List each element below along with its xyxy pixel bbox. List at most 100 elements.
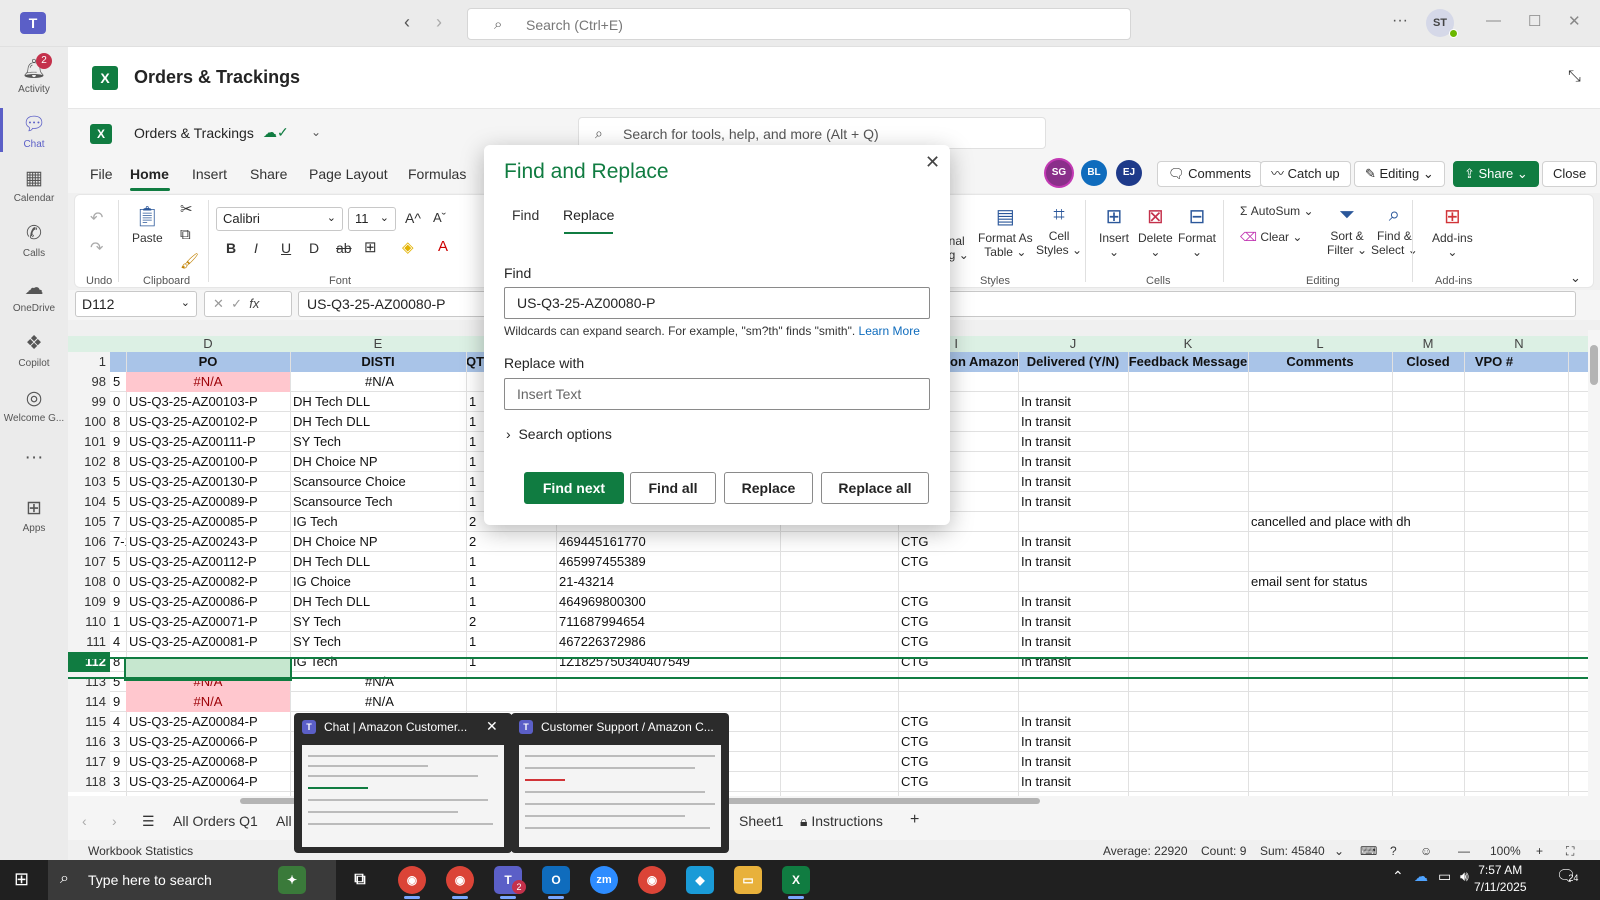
cell-comment[interactable] bbox=[1248, 412, 1448, 432]
row-number[interactable]: 110 bbox=[68, 612, 110, 632]
row-number[interactable]: 115 bbox=[68, 712, 110, 732]
cell-delivered[interactable]: In transit bbox=[1018, 432, 1128, 452]
cell-disti[interactable]: IG Choice bbox=[290, 572, 466, 592]
cell-po[interactable]: US-Q3-25-AZ00103-P bbox=[126, 392, 290, 412]
cell-delivered[interactable]: In transit bbox=[1018, 532, 1128, 552]
prev-sheet-icon[interactable]: ‹ bbox=[82, 813, 87, 829]
add-sheet-icon[interactable]: + bbox=[910, 811, 919, 829]
strikethrough-icon[interactable]: ab bbox=[336, 240, 352, 256]
cell-carrier[interactable]: CTG bbox=[898, 552, 1018, 572]
font-name-select[interactable]: Calibri ⌄ bbox=[216, 207, 343, 231]
cell-disti[interactable]: DH Tech DLL bbox=[290, 552, 466, 572]
rail-item-calendar[interactable]: ▦ Calendar bbox=[0, 167, 68, 204]
insert-cells-button[interactable]: ⊞ Insert ⌄ bbox=[1099, 204, 1129, 259]
volume-icon[interactable]: 🔊︎ bbox=[1460, 868, 1469, 885]
windows-start-icon[interactable]: ⊞ bbox=[14, 869, 29, 890]
cell-po[interactable]: US-Q3-25-AZ00100-P bbox=[126, 452, 290, 472]
header-cell-closed[interactable]: Closed bbox=[1392, 352, 1464, 372]
cell-comment[interactable] bbox=[1248, 372, 1448, 392]
cell-tracking[interactable]: 464969800300 bbox=[556, 592, 776, 612]
italic-icon[interactable]: I bbox=[254, 240, 258, 256]
cell-carrier[interactable]: CTG bbox=[898, 612, 1018, 632]
taskbar-clock[interactable]: 7:57 AM 7/11/2025 bbox=[1474, 862, 1527, 896]
select-all-corner[interactable] bbox=[68, 336, 110, 352]
copy-icon[interactable]: ⧉ bbox=[180, 226, 191, 243]
cell-carrier[interactable]: CTG bbox=[898, 712, 1018, 732]
dialog-tab-replace[interactable]: Replace bbox=[563, 207, 614, 223]
tab-formulas[interactable]: Formulas bbox=[408, 166, 466, 182]
vertical-scrollbar[interactable] bbox=[1588, 330, 1600, 796]
cell-comment[interactable] bbox=[1248, 752, 1448, 772]
column-header-n[interactable]: N bbox=[1464, 336, 1574, 352]
collapse-icon[interactable]: ⤡ bbox=[1568, 68, 1581, 86]
outlook-icon[interactable]: O bbox=[542, 866, 570, 894]
collaborator-avatar[interactable]: SG bbox=[1046, 160, 1072, 186]
cell-disti[interactable]: DH Tech DLL bbox=[290, 412, 466, 432]
ribbon-expand-chevron-icon[interactable]: ⌄ bbox=[1570, 270, 1581, 286]
row-number[interactable]: 107 bbox=[68, 552, 110, 572]
cell-c[interactable]: 5 bbox=[110, 492, 126, 512]
cell-po[interactable]: US-Q3-25-AZ00071-P bbox=[126, 612, 290, 632]
search-options-toggle[interactable]: › Search options bbox=[506, 426, 612, 442]
clear-button[interactable]: ⌫ Clear ⌄ bbox=[1240, 230, 1302, 244]
cell-delivered[interactable]: In transit bbox=[1018, 732, 1128, 752]
row-number[interactable]: 105 bbox=[68, 512, 110, 532]
cell-comment[interactable] bbox=[1248, 492, 1448, 512]
chrome-icon[interactable]: ◉ bbox=[638, 866, 666, 894]
app-diamond-icon[interactable]: ◆ bbox=[686, 866, 714, 894]
cell-comment[interactable] bbox=[1248, 392, 1448, 412]
share-button[interactable]: ⇪ Share ⌄ bbox=[1453, 161, 1539, 187]
cell-po[interactable]: US-Q3-25-AZ00112-P bbox=[126, 552, 290, 572]
borders-icon[interactable]: ⊞ bbox=[364, 238, 377, 256]
sheet-tab-all[interactable]: All bbox=[276, 813, 292, 829]
sheet-tab-sheet1[interactable]: Sheet1 bbox=[739, 813, 783, 829]
fullscreen-icon[interactable]: ⛶ bbox=[1566, 844, 1574, 859]
cell-qty[interactable]: 1 bbox=[466, 632, 556, 652]
collaborator-avatar[interactable]: EJ bbox=[1116, 160, 1142, 186]
cell-c[interactable]: 9 bbox=[110, 432, 126, 452]
cell-delivered[interactable]: In transit bbox=[1018, 452, 1128, 472]
cell-delivered[interactable]: In transit bbox=[1018, 552, 1128, 572]
cell-disti[interactable]: #N/A bbox=[290, 692, 466, 712]
cell-comment[interactable] bbox=[1248, 612, 1448, 632]
cell-c[interactable]: 0 bbox=[110, 572, 126, 592]
cell-comment[interactable] bbox=[1248, 772, 1448, 792]
cell-comment[interactable] bbox=[1248, 432, 1448, 452]
cell-comment[interactable] bbox=[1248, 472, 1448, 492]
cell-carrier[interactable]: CTG bbox=[898, 632, 1018, 652]
onedrive-tray-icon[interactable]: ☁ bbox=[1414, 868, 1428, 885]
cell-po[interactable]: #N/A bbox=[126, 372, 290, 392]
cell-carrier[interactable] bbox=[898, 692, 1018, 712]
cell-qty[interactable]: 1 bbox=[466, 572, 556, 592]
cell-disti[interactable]: SY Tech bbox=[290, 612, 466, 632]
find-input[interactable] bbox=[504, 287, 930, 319]
taskbar-thumbnail-chat[interactable]: T Chat | Amazon Customer... ✕ bbox=[294, 713, 512, 853]
increase-font-icon[interactable]: A^ bbox=[405, 210, 421, 226]
cell-disti[interactable]: Scansource Tech bbox=[290, 492, 466, 512]
cell-tracking[interactable] bbox=[556, 692, 776, 712]
more-options-icon[interactable]: ··· bbox=[1392, 12, 1408, 30]
cell-disti[interactable]: SY Tech bbox=[290, 432, 466, 452]
cell-po[interactable]: US-Q3-25-AZ00130-P bbox=[126, 472, 290, 492]
format-cells-button[interactable]: ⊟ Format ⌄ bbox=[1178, 204, 1216, 259]
cell-c[interactable]: 9 bbox=[110, 592, 126, 612]
tray-overflow-icon[interactable]: ⌃ bbox=[1392, 868, 1404, 885]
cell-c[interactable]: 5 bbox=[110, 552, 126, 572]
cell-c[interactable]: 9 bbox=[110, 752, 126, 772]
cell-comment[interactable]: email sent for status bbox=[1248, 572, 1448, 592]
cell-qty[interactable] bbox=[466, 692, 556, 712]
header-cell-delivered[interactable]: Delivered (Y/N) bbox=[1018, 352, 1128, 372]
cell-delivered[interactable]: In transit bbox=[1018, 392, 1128, 412]
cell-delivered[interactable]: In transit bbox=[1018, 492, 1128, 512]
workbook-statistics[interactable]: Workbook Statistics bbox=[88, 844, 193, 858]
tab-share[interactable]: Share bbox=[250, 166, 287, 182]
cell-disti[interactable]: DH Choice NP bbox=[290, 532, 466, 552]
notification-center-icon[interactable]: 🗨︎24 bbox=[1556, 866, 1578, 886]
cell-disti[interactable]: SY Tech bbox=[290, 632, 466, 652]
font-color-icon[interactable]: A bbox=[438, 238, 448, 255]
cell-c[interactable]: 7 bbox=[110, 512, 126, 532]
rail-item-onedrive[interactable]: ☁ OneDrive bbox=[0, 277, 68, 314]
find-next-button[interactable]: Find next bbox=[524, 472, 624, 504]
row-number[interactable]: 114 bbox=[68, 692, 110, 712]
autosum-button[interactable]: Σ AutoSum ⌄ bbox=[1240, 204, 1314, 218]
